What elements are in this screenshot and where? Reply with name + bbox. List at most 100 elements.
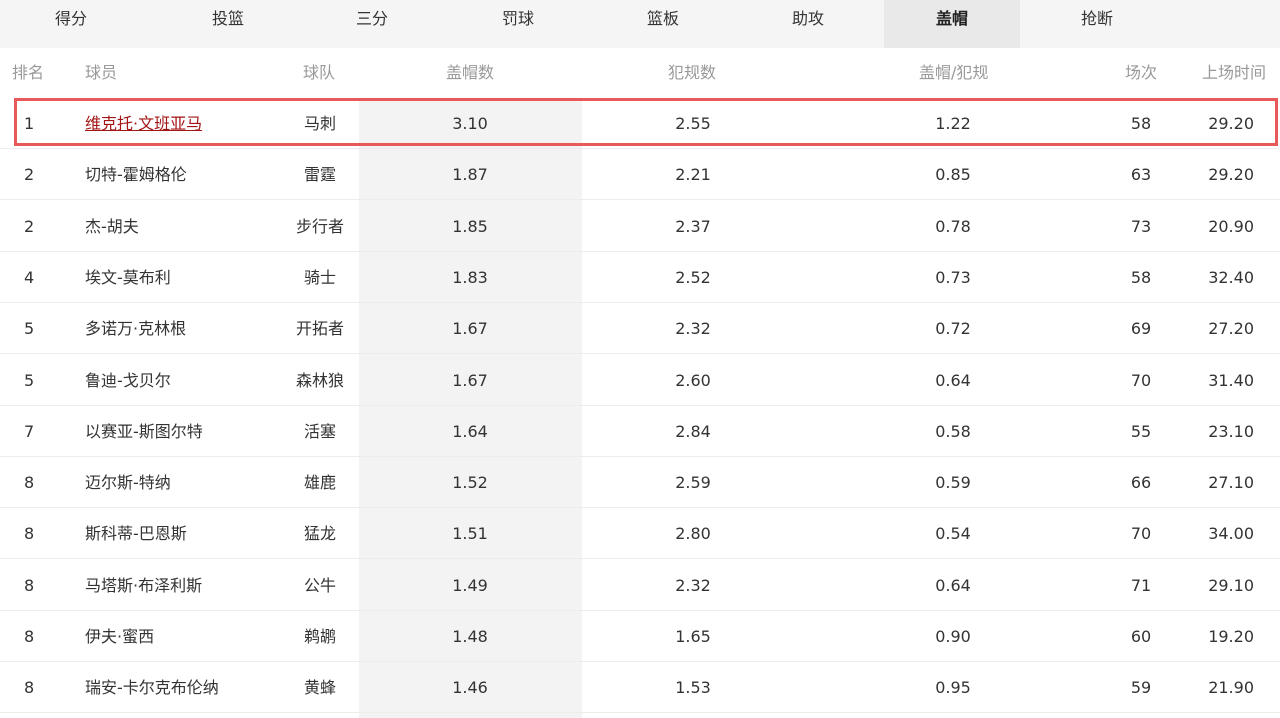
table-row: 7 以赛亚-斯图尔特 活塞 1.64 2.84 0.58 55 23.10 — [0, 406, 1280, 457]
tab-rebounds[interactable]: 篮板 — [595, 0, 731, 48]
table-row: 8 马塔斯·布泽利斯 公牛 1.49 2.32 0.64 71 29.10 — [0, 560, 1280, 611]
blocks-value: 1.46 — [452, 678, 488, 697]
blocks-value: 1.87 — [452, 165, 488, 184]
minutes-value: 34.00 — [1208, 524, 1254, 543]
ratio-value: 0.85 — [935, 165, 971, 184]
table-header: 排名 球员 球队 盖帽数 犯规数 盖帽/犯规 场次 上场时间 — [0, 48, 1280, 98]
rank-cell: 2 — [24, 165, 35, 184]
header-minutes[interactable]: 上场时间 — [1202, 48, 1266, 98]
table-row: 8 瑞安-卡尔克布伦纳 黄蜂 1.46 1.53 0.95 59 21.90 — [0, 662, 1280, 713]
header-team: 球队 — [303, 63, 336, 82]
ratio-value: 0.58 — [935, 422, 971, 441]
player-name[interactable]: 以赛亚-斯图尔特 — [85, 406, 203, 457]
fouls-value: 1.65 — [675, 627, 711, 646]
player-name[interactable]: 切特-霍姆格伦 — [85, 149, 187, 200]
header-blocks[interactable]: 盖帽数 — [446, 48, 494, 98]
fouls-value: 2.55 — [675, 114, 711, 133]
ratio-value: 0.73 — [935, 268, 971, 287]
blocks-value: 1.49 — [452, 576, 488, 595]
ratio-value: 1.22 — [935, 114, 971, 133]
blocks-value: 1.64 — [452, 422, 488, 441]
table-row: 8 迈尔斯-特纳 雄鹿 1.52 2.59 0.59 66 27.10 — [0, 457, 1280, 508]
rank-cell: 1 — [24, 114, 35, 133]
ratio-value: 0.90 — [935, 627, 971, 646]
table-row: 4 埃文-莫布利 骑士 1.83 2.52 0.73 58 32.40 — [0, 252, 1280, 303]
blocks-value: 3.10 — [452, 114, 488, 133]
games-value: 59 — [1130, 678, 1152, 697]
player-name[interactable]: 维克托·文班亚马 — [85, 98, 202, 149]
fouls-value: 2.37 — [675, 217, 711, 236]
table-row: 8 斯科蒂-巴恩斯 猛龙 1.51 2.80 0.54 70 34.00 — [0, 508, 1280, 559]
minutes-value: 29.10 — [1208, 576, 1254, 595]
header-games[interactable]: 场次 — [1125, 48, 1157, 98]
tab-assists[interactable]: 助攻 — [740, 0, 876, 48]
tab-free-throw[interactable]: 罚球 — [450, 0, 586, 48]
player-name[interactable]: 杰-胡夫 — [85, 201, 139, 252]
minutes-value: 19.20 — [1208, 627, 1254, 646]
blocks-value: 1.83 — [452, 268, 488, 287]
games-value: 58 — [1130, 114, 1152, 133]
fouls-value: 2.21 — [675, 165, 711, 184]
fouls-value: 1.53 — [675, 678, 711, 697]
minutes-value: 31.40 — [1208, 371, 1254, 390]
player-name[interactable]: 斯科蒂-巴恩斯 — [85, 508, 187, 559]
team-name: 公牛 — [303, 576, 336, 595]
rank-cell: 5 — [24, 371, 35, 390]
tab-shooting[interactable]: 投篮 — [160, 0, 296, 48]
tab-steals[interactable]: 抢断 — [1029, 0, 1165, 48]
ratio-value: 0.78 — [935, 217, 971, 236]
team-name: 活塞 — [303, 422, 336, 441]
minutes-value: 27.20 — [1208, 319, 1254, 338]
table-row: 2 杰-胡夫 步行者 1.85 2.37 0.78 73 20.90 — [0, 201, 1280, 252]
team-name: 雷霆 — [303, 165, 336, 184]
header-fouls[interactable]: 犯规数 — [668, 48, 716, 98]
blocks-value: 1.67 — [452, 371, 488, 390]
table-row: 1 维克托·文班亚马 马刺 3.10 2.55 1.22 58 29.20 — [0, 98, 1280, 149]
ratio-value: 0.72 — [935, 319, 971, 338]
ratio-value: 0.59 — [935, 473, 971, 492]
player-name[interactable]: 瑞安-卡尔克布伦纳 — [85, 662, 219, 713]
player-name[interactable]: 鲁迪-戈贝尔 — [85, 355, 171, 406]
tab-points[interactable]: 得分 — [3, 0, 139, 48]
player-name[interactable]: 埃文-莫布利 — [85, 252, 171, 303]
fouls-value: 2.52 — [675, 268, 711, 287]
player-name[interactable]: 迈尔斯-特纳 — [85, 457, 171, 508]
ratio-value: 0.64 — [935, 576, 971, 595]
games-value: 55 — [1130, 422, 1152, 441]
stat-category-tabs: 得分 投篮 三分 罚球 篮板 助攻 盖帽 抢断 — [0, 0, 1280, 48]
rank-cell: 8 — [24, 678, 35, 697]
tab-three-point[interactable]: 三分 — [304, 0, 440, 48]
blocks-value: 1.67 — [452, 319, 488, 338]
ratio-value: 0.64 — [935, 371, 971, 390]
games-value: 66 — [1130, 473, 1152, 492]
table-row: 5 多诺万·克林根 开拓者 1.67 2.32 0.72 69 27.20 — [0, 303, 1280, 354]
rank-cell: 5 — [24, 319, 35, 338]
rank-cell: 8 — [24, 524, 35, 543]
fouls-value: 2.59 — [675, 473, 711, 492]
table-row: 8 伊夫·蜜西 鹈鹕 1.48 1.65 0.90 60 19.20 — [0, 611, 1280, 662]
rank-cell: 2 — [24, 217, 35, 236]
player-name[interactable]: 伊夫·蜜西 — [85, 611, 154, 662]
table-row: 2 切特-霍姆格伦 雷霆 1.87 2.21 0.85 63 29.20 — [0, 149, 1280, 200]
minutes-value: 29.20 — [1208, 114, 1254, 133]
fouls-value: 2.60 — [675, 371, 711, 390]
games-value: 60 — [1130, 627, 1152, 646]
minutes-value: 32.40 — [1208, 268, 1254, 287]
fouls-value: 2.80 — [675, 524, 711, 543]
ratio-value: 0.54 — [935, 524, 971, 543]
team-name: 马刺 — [303, 114, 336, 133]
games-value: 73 — [1130, 217, 1152, 236]
minutes-value: 23.10 — [1208, 422, 1254, 441]
games-value: 71 — [1130, 576, 1152, 595]
rank-cell: 4 — [24, 268, 35, 287]
games-value: 70 — [1130, 371, 1152, 390]
tab-blocks[interactable]: 盖帽 — [884, 0, 1020, 48]
header-block-foul-ratio[interactable]: 盖帽/犯规 — [919, 48, 988, 98]
team-name: 雄鹿 — [303, 473, 336, 492]
blocks-value: 1.48 — [452, 627, 488, 646]
player-name[interactable]: 多诺万·克林根 — [85, 303, 186, 354]
fouls-value: 2.32 — [675, 319, 711, 338]
player-name[interactable]: 马塔斯·布泽利斯 — [85, 560, 202, 611]
blocks-value: 1.52 — [452, 473, 488, 492]
games-value: 69 — [1130, 319, 1152, 338]
